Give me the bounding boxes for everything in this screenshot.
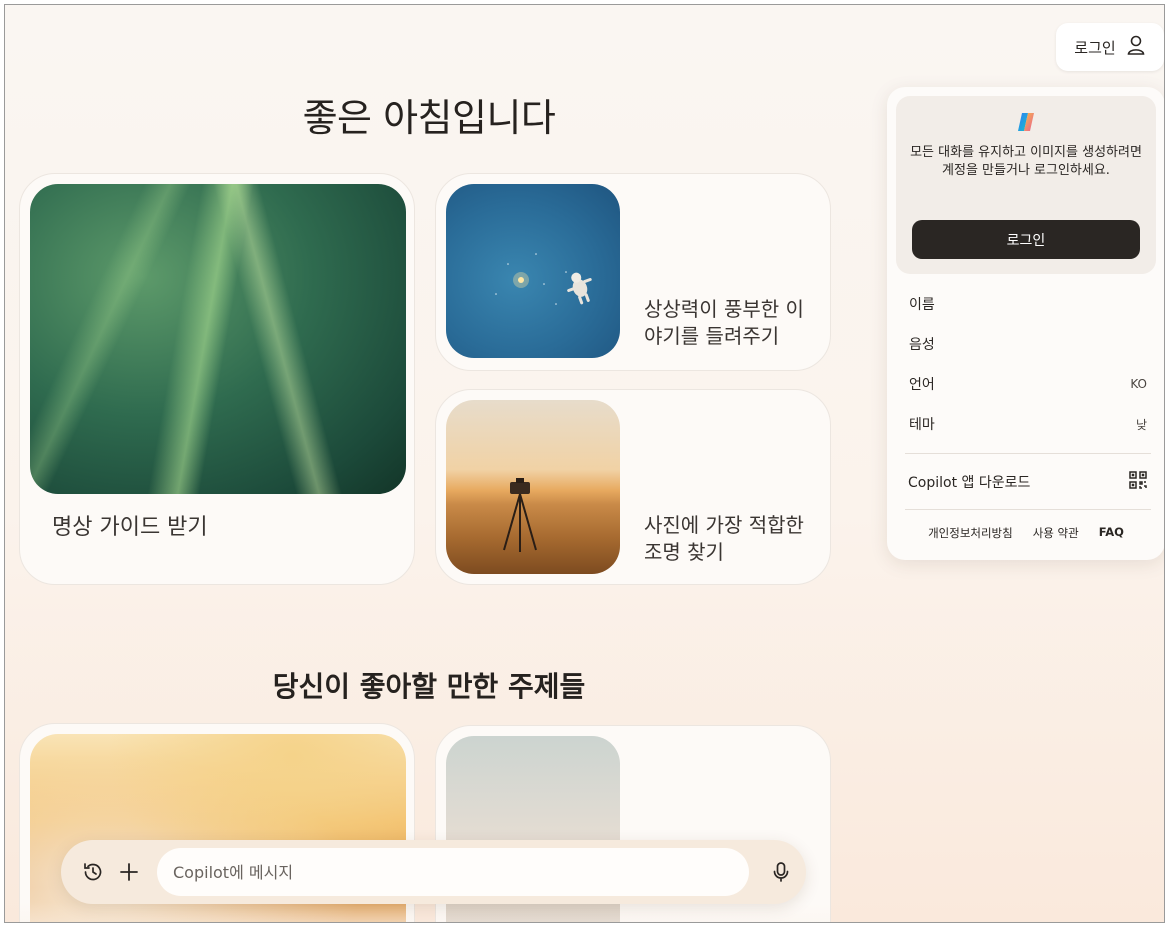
menu-label: 테마 [909,417,935,433]
message-input[interactable] [157,848,749,896]
menu-item-voice[interactable]: 음성 [909,333,1147,355]
qr-code-icon [1129,471,1147,493]
menu-value: 낮 [1135,417,1147,432]
card-label: 명상 가이드 받기 [52,515,208,540]
download-label: Copilot 앱 다운로드 [908,475,1031,491]
suggestion-card-lighting[interactable]: 사진에 가장 적합한 조명 찾기 [435,389,831,585]
divider [905,453,1151,454]
copilot-window: 좋은 아침입니다 명상 가이드 받기 상상력이 풍부한 이야기를 들려주기 사진… [4,4,1165,923]
card-label: 사진에 가장 적합한 조명 찾기 [644,513,804,564]
menu-item-theme[interactable]: 테마 낮 [909,413,1147,435]
menu-value: KO [1130,377,1147,391]
grass-image [30,184,406,494]
login-button[interactable]: 로그인 [912,220,1140,259]
camera-field-image [446,400,620,574]
faq-link[interactable]: FAQ [1099,525,1124,541]
footer-links: 개인정보처리방침 사용 약관 FAQ [887,525,1164,541]
login-label: 로그인 [1074,38,1116,57]
history-icon[interactable] [81,860,105,884]
menu-label: 언어 [909,377,935,393]
menu-item-name[interactable]: 이름 [909,293,1147,315]
topics-title: 당신이 좋아할 만한 주제들 [272,670,586,703]
login-button-top[interactable]: 로그인 [1056,23,1164,71]
fade-overlay [20,902,414,922]
menu-item-language[interactable]: 언어 KO [909,373,1147,395]
plus-icon[interactable] [117,860,141,884]
privacy-link[interactable]: 개인정보처리방침 [928,525,1013,541]
terms-link[interactable]: 사용 약관 [1033,525,1079,541]
message-composer [61,840,806,904]
login-promo: 모든 대화를 유지하고 이미지를 생성하려면 계정을 만들거나 로그인하세요. … [896,96,1156,274]
user-icon [1126,34,1146,60]
suggestion-card-story[interactable]: 상상력이 풍부한 이야기를 들려주기 [435,173,831,371]
astronaut-image [446,184,620,358]
fade-overlay [436,904,830,922]
copilot-logo-icon [1014,110,1038,134]
microphone-icon[interactable] [769,860,793,884]
account-panel: 모든 대화를 유지하고 이미지를 생성하려면 계정을 만들거나 로그인하세요. … [887,87,1164,560]
download-app-row[interactable]: Copilot 앱 다운로드 [908,471,1147,493]
promo-message: 모든 대화를 유지하고 이미지를 생성하려면 계정을 만들거나 로그인하세요. [910,145,1142,178]
page-greeting: 좋은 아침입니다 [302,96,556,140]
card-label: 상상력이 풍부한 이야기를 들려주기 [644,297,804,348]
menu-label: 음성 [909,337,935,353]
divider [905,509,1151,510]
menu-label: 이름 [909,297,935,313]
suggestion-card-meditation[interactable]: 명상 가이드 받기 [19,173,415,585]
